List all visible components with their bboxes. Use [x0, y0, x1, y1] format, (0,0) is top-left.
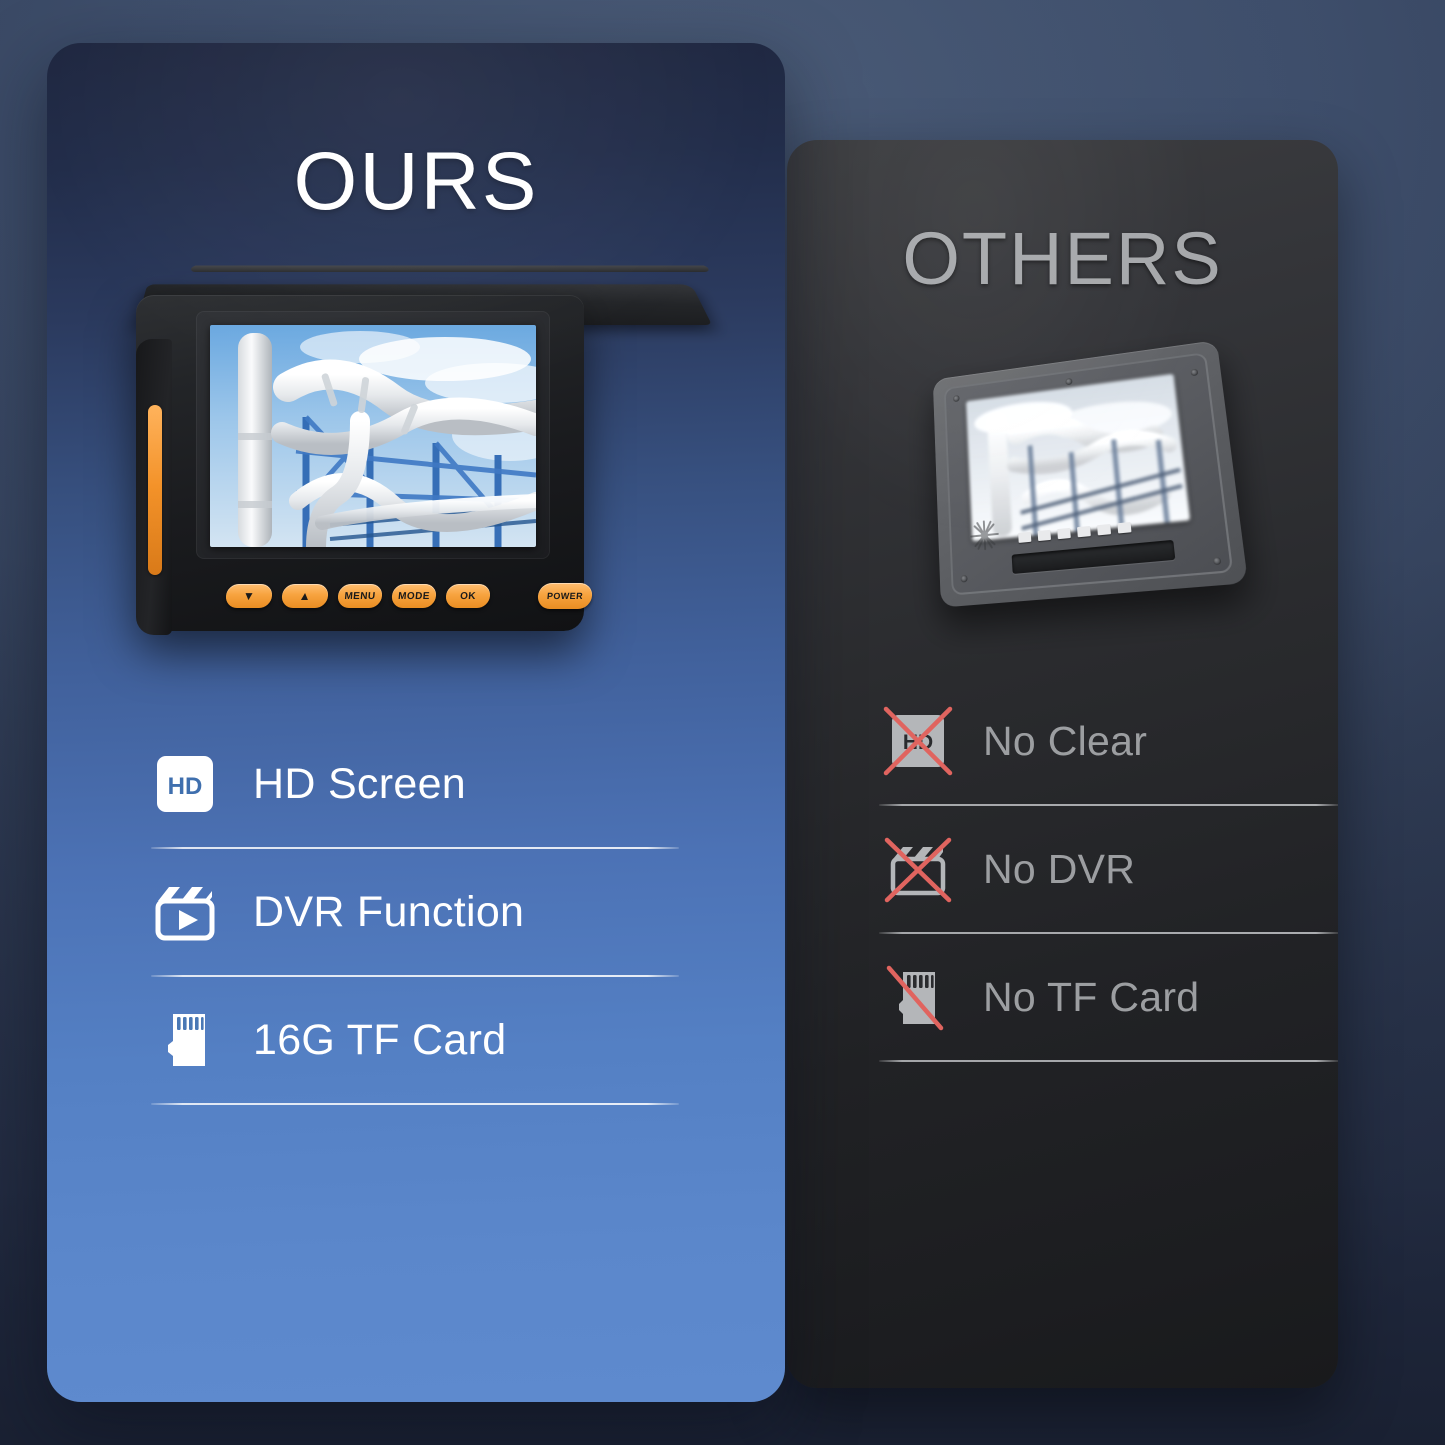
up-button[interactable]: ▲: [280, 584, 330, 608]
svg-text:HD: HD: [168, 773, 203, 800]
competitor-button[interactable]: [1057, 527, 1071, 540]
ok-button[interactable]: OK: [444, 584, 492, 608]
down-button[interactable]: ▼: [224, 584, 274, 608]
competitor-button[interactable]: [1077, 525, 1091, 538]
mode-button[interactable]: MODE: [390, 584, 438, 608]
competitor-button[interactable]: [1117, 521, 1132, 534]
competitor-monitor-body: [932, 340, 1249, 608]
feature-label: HD Screen: [253, 759, 466, 808]
feature-label: No Clear: [983, 717, 1148, 764]
feature-label: 16G TF Card: [253, 1015, 507, 1064]
competitor-card-slot: [1011, 539, 1176, 574]
monitor-bezel: [196, 311, 550, 559]
feature-label: No TF Card: [983, 973, 1200, 1020]
monitor-screen: [210, 325, 536, 547]
monitor-button-row[interactable]: ▼ ▲ MENU MODE OK POWER: [224, 583, 594, 609]
hd-badge-crossed-icon: HD: [879, 702, 957, 780]
feature-row-no-clear: HD No Clear: [879, 678, 1338, 804]
feature-divider: [879, 1060, 1338, 1062]
screw-icon: [1212, 556, 1222, 566]
feature-label: No DVR: [983, 845, 1136, 892]
menu-button[interactable]: MENU: [336, 584, 384, 608]
feature-divider: [151, 1103, 679, 1105]
feature-row-no-tf-card: No TF Card: [879, 934, 1338, 1060]
others-feature-list: HD No Clear: [879, 678, 1338, 1062]
power-button[interactable]: POWER: [536, 583, 594, 609]
clapperboard-play-icon: [151, 878, 219, 946]
competitor-monitor: [894, 319, 1261, 636]
feature-row-no-dvr: No DVR: [879, 806, 1338, 932]
screw-icon: [953, 394, 960, 403]
ours-panel: OURS ▼ ▲ MENU MODE OK POWER HD HD Screen…: [47, 43, 785, 1402]
feature-row-tf-card: 16G TF Card: [151, 977, 679, 1103]
hd-badge-icon: HD: [151, 750, 219, 818]
screw-icon: [960, 574, 968, 583]
ours-monitor: ▼ ▲ MENU MODE OK POWER: [130, 259, 716, 654]
competitor-button[interactable]: [1097, 523, 1112, 536]
screw-icon: [1190, 368, 1199, 377]
feature-label: DVR Function: [253, 887, 525, 936]
clapperboard-crossed-icon: [879, 830, 957, 908]
competitor-button[interactable]: [1018, 531, 1032, 543]
monitor-body: ▼ ▲ MENU MODE OK POWER: [136, 295, 594, 635]
brightness-icon: [968, 517, 1002, 554]
ours-title: OURS: [293, 136, 539, 227]
feature-row-dvr-function: DVR Function: [151, 849, 679, 975]
others-title: OTHERS: [902, 217, 1223, 300]
ours-feature-list: HD HD Screen DVR Function 16G TF Card: [151, 721, 679, 1105]
feature-row-hd-screen: HD HD Screen: [151, 721, 679, 847]
monitor-hood-lip: [190, 265, 710, 272]
others-panel: OTHERS No Clear No DVR No TF Card: [787, 140, 1338, 1388]
monitor-screen-image: [210, 325, 536, 547]
orange-grip-strip: [148, 405, 162, 575]
competitor-button[interactable]: [1037, 529, 1051, 542]
competitor-monitor-bezel: [943, 352, 1234, 596]
screw-icon: [1065, 377, 1073, 386]
microsd-card-icon: [151, 1006, 219, 1074]
microsd-card-slashed-icon: [879, 958, 957, 1036]
